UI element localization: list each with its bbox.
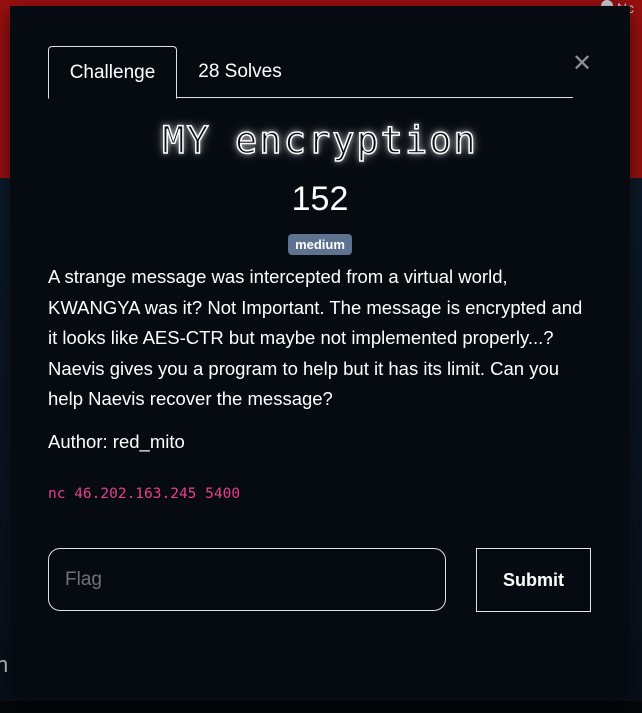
tab-solves[interactable]: 28 Solves: [177, 46, 303, 98]
background-left-glyph: n: [0, 652, 9, 677]
connection-command: nc 46.202.163.245 5400: [48, 486, 241, 502]
challenge-modal: Challenge 28 Solves ✕ MY encryption 152 …: [10, 6, 630, 699]
submit-button[interactable]: Submit: [476, 548, 591, 612]
modal-tabs: Challenge 28 Solves: [48, 46, 573, 99]
flag-input[interactable]: [48, 548, 446, 611]
background-bottom-strip: [0, 701, 642, 713]
difficulty-badge-wrapper: medium: [10, 234, 630, 255]
challenge-author: Author: red_mito: [48, 431, 185, 452]
challenge-title: MY encryption: [161, 118, 478, 163]
challenge-points: 152: [291, 180, 349, 218]
tab-challenge[interactable]: Challenge: [48, 46, 177, 99]
challenge-description: A strange message was intercepted from a…: [48, 266, 583, 409]
difficulty-badge: medium: [288, 234, 352, 255]
close-icon[interactable]: ✕: [572, 52, 592, 76]
